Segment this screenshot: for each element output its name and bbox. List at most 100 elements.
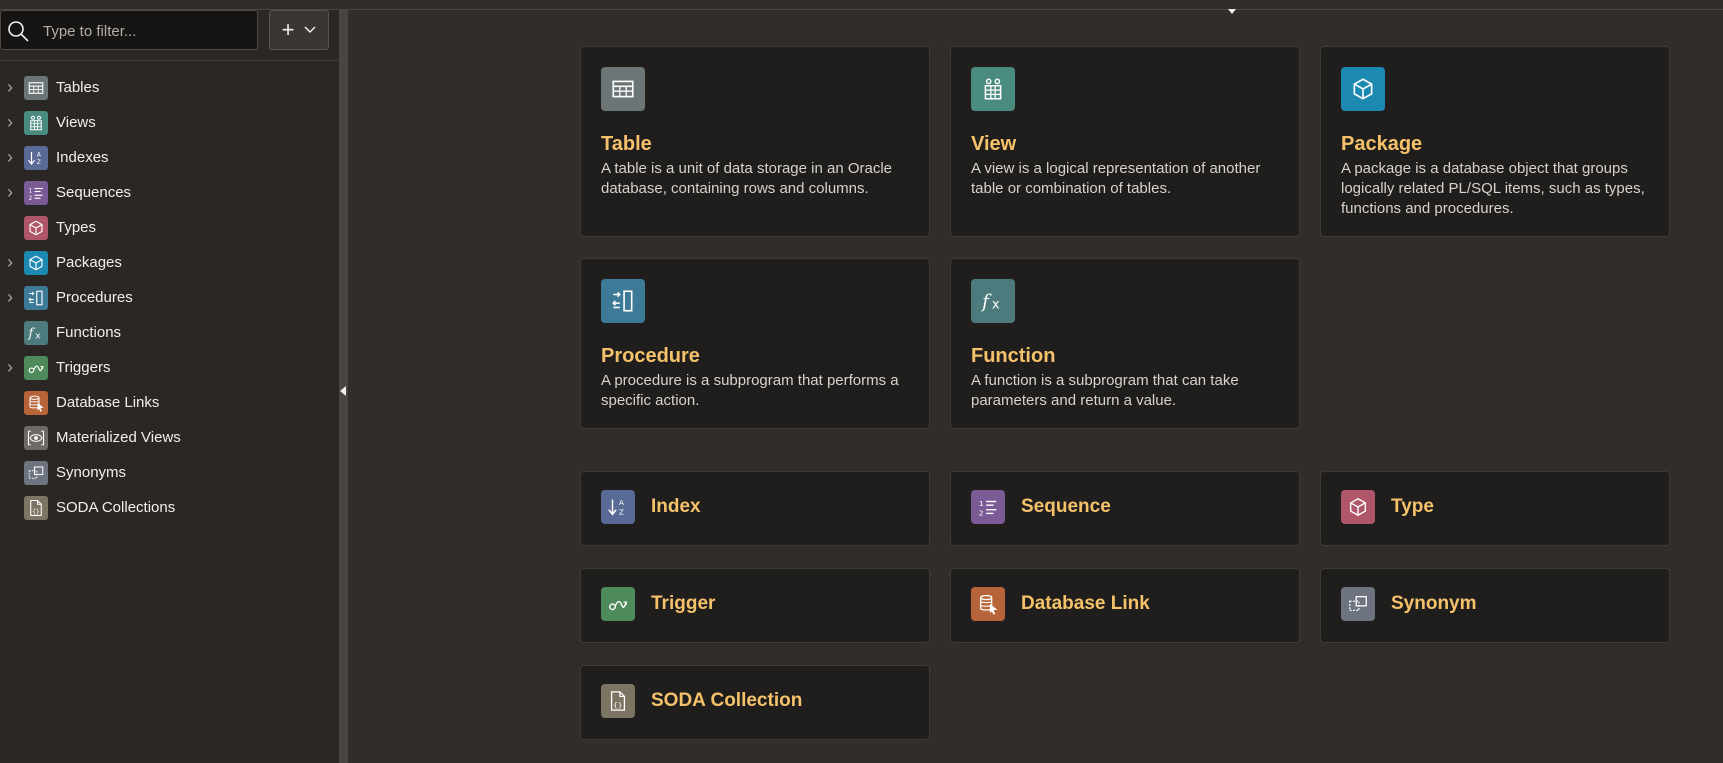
object-tree: › Tables › Views › A Z Indexes › 1 2 Sequences Types… <box>0 70 330 525</box>
tree-item-tables[interactable]: › Tables <box>0 70 330 105</box>
card-title: Package <box>1341 133 1423 155</box>
tree-item-label: Packages <box>56 254 122 271</box>
tree-item-soda-collections[interactable]: {} SODA Collections <box>0 490 330 525</box>
chevron-right-icon[interactable]: › <box>0 147 20 168</box>
card-title: Sequence <box>1021 496 1111 517</box>
tree-item-types[interactable]: Types <box>0 210 330 245</box>
tree-item-label: Views <box>56 114 96 131</box>
tree-item-label: Indexes <box>56 149 109 166</box>
tree-item-functions[interactable]: f x Functions <box>0 315 330 350</box>
tree-item-label: Procedures <box>56 289 133 306</box>
sidebar-divider <box>0 60 339 61</box>
svg-text:2: 2 <box>29 194 33 201</box>
svg-text:{}: {} <box>32 508 39 515</box>
filter-field[interactable] <box>0 10 258 51</box>
synonym-icon <box>24 460 48 485</box>
card-title: View <box>971 133 1017 155</box>
search-icon <box>8 21 29 42</box>
card-description: A table is a unit of data storage in an … <box>601 160 893 197</box>
package-icon <box>1341 67 1385 111</box>
card-view[interactable]: View A view is a logical representation o… <box>950 46 1300 237</box>
tree-item-label: SODA Collections <box>56 499 176 516</box>
tree-item-triggers[interactable]: › Triggers <box>0 350 330 385</box>
tree-item-views[interactable]: › Views <box>0 105 330 140</box>
trigger-icon <box>601 587 635 621</box>
sequence-icon: 12 <box>24 180 48 205</box>
function-icon: fx <box>24 320 48 345</box>
tree-item-sequences[interactable]: › 1 2 Sequences <box>0 175 330 210</box>
index-icon: AZ <box>24 145 48 170</box>
plus-icon: + <box>281 17 295 42</box>
chevron-down-icon <box>304 26 316 34</box>
chevron-right-icon[interactable]: › <box>0 182 20 203</box>
table-icon <box>24 75 48 100</box>
add-object-button[interactable]: + <box>269 10 329 50</box>
card-description: A procedure is a subprogram that perform… <box>601 372 899 409</box>
collapse-arrow-icon[interactable] <box>340 386 346 396</box>
card-title: Trigger <box>651 593 716 614</box>
svg-text:{}: {} <box>613 700 622 709</box>
trigger-icon <box>24 355 48 380</box>
svg-text:Z: Z <box>619 507 624 516</box>
card-title: Synonym <box>1391 593 1477 614</box>
index-icon: AZ <box>601 490 635 524</box>
svg-text:Z: Z <box>37 159 41 166</box>
svg-text:A: A <box>37 151 42 158</box>
card-synonym[interactable]: Synonym <box>1320 568 1670 643</box>
chevron-right-icon[interactable]: › <box>0 252 20 273</box>
card-soda-collection[interactable]: {} SODA Collection <box>580 665 930 740</box>
tree-item-synonyms[interactable]: Synonyms <box>0 455 330 490</box>
svg-text:x: x <box>35 331 41 341</box>
database-link-icon <box>24 390 48 415</box>
card-title: SODA Collection <box>651 690 803 711</box>
tree-item-materialized-views[interactable]: Materialized Views <box>0 420 330 455</box>
caret-down-icon[interactable] <box>1228 9 1236 14</box>
card-title: Type <box>1391 496 1434 517</box>
card-title: Index <box>651 496 701 517</box>
tree-item-packages[interactable]: › Packages <box>0 245 330 280</box>
procedure-icon <box>601 279 645 323</box>
svg-text:x: x <box>992 298 1000 313</box>
card-trigger[interactable]: Trigger <box>580 568 930 643</box>
card-title: Table <box>601 133 652 155</box>
card-description: A package is a database object that grou… <box>1341 160 1645 217</box>
tree-item-database-links[interactable]: Database Links <box>0 385 330 420</box>
card-index[interactable]: A Z Index <box>580 471 930 546</box>
svg-text:A: A <box>619 498 624 507</box>
card-table[interactable]: Table A table is a unit of data storage i… <box>580 46 930 237</box>
card-procedure[interactable]: Procedure A procedure is a subprogram tha… <box>580 258 930 429</box>
svg-text:f: f <box>28 326 36 341</box>
tree-item-label: Database Links <box>56 394 160 411</box>
chevron-right-icon[interactable]: › <box>0 357 20 378</box>
card-database-link[interactable]: Database Link <box>950 568 1300 643</box>
view-icon <box>24 110 48 135</box>
card-function[interactable]: f x Function A function is a subprogram tha… <box>950 258 1300 429</box>
tree-item-label: Materialized Views <box>56 429 181 446</box>
filter-input[interactable] <box>41 11 257 51</box>
chevron-right-icon[interactable]: › <box>0 77 20 98</box>
sidebar-splitter[interactable] <box>339 10 348 763</box>
type-icon <box>24 215 48 240</box>
tree-item-indexes[interactable]: › A Z Indexes <box>0 140 330 175</box>
type-icon <box>1341 490 1375 524</box>
card-title: Database Link <box>1021 593 1150 614</box>
svg-text:1: 1 <box>29 187 33 194</box>
card-type[interactable]: Type <box>1320 471 1670 546</box>
tree-item-label: Functions <box>56 324 122 341</box>
chevron-right-icon[interactable]: › <box>0 112 20 133</box>
table-icon <box>601 67 645 111</box>
tree-item-procedures[interactable]: › Procedures <box>0 280 330 315</box>
svg-text:f: f <box>980 292 992 313</box>
card-title: Procedure <box>601 345 700 367</box>
database-link-icon <box>971 587 1005 621</box>
card-sequence[interactable]: 1 2 Sequence <box>950 471 1300 546</box>
soda-collection-icon: {} <box>24 495 48 520</box>
synonym-icon <box>1341 587 1375 621</box>
chevron-right-icon[interactable]: › <box>0 287 20 308</box>
sequence-icon: 12 <box>971 490 1005 524</box>
tree-item-label: Sequences <box>56 184 132 201</box>
card-package[interactable]: Package A package is a database object th… <box>1320 46 1670 237</box>
package-icon <box>24 250 48 275</box>
svg-text:1: 1 <box>979 499 984 508</box>
card-title: Function <box>971 345 1056 367</box>
